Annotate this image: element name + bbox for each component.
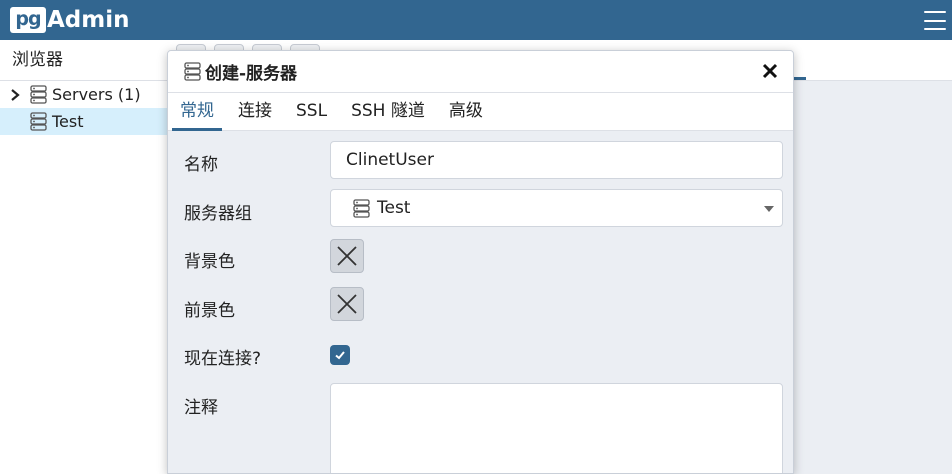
connect-now-label: 现在连接? (184, 349, 262, 369)
server-group-label: 服务器组 (184, 204, 252, 224)
logo-pg: pg (10, 7, 46, 33)
tab-connection[interactable]: 连接 (230, 93, 280, 130)
dialog-tabs: 常规 连接 SSL SSH 隧道 高级 (168, 93, 793, 131)
server-group-icon (184, 62, 201, 81)
tab-advanced[interactable]: 高级 (441, 93, 491, 130)
chevron-right-icon[interactable] (8, 88, 22, 102)
dropdown-arrow-icon[interactable] (764, 206, 774, 212)
close-icon[interactable] (759, 60, 781, 82)
dialog-title: 创建-服务器 (205, 64, 298, 84)
dialog-header: 创建-服务器 (168, 51, 793, 93)
logo-name: Admin (47, 7, 130, 33)
browser-panel: 浏览器 Servers (1) Test (0, 40, 170, 474)
check-icon (335, 351, 345, 360)
tab-ssl[interactable]: SSL (288, 93, 335, 130)
tab-ssh-tunnel[interactable]: SSH 隧道 (343, 93, 433, 130)
clear-color-icon (337, 294, 357, 314)
menu-icon[interactable] (924, 11, 946, 30)
name-input[interactable]: ClinetUser (330, 141, 783, 179)
browser-panel-title: 浏览器 (0, 40, 170, 81)
server-group-icon (30, 112, 47, 131)
pgadmin-logo: pg Admin (10, 6, 130, 34)
bgcolor-label: 背景色 (184, 252, 235, 272)
tree-item-label: Servers (1) (52, 85, 141, 104)
comments-textarea[interactable] (330, 383, 783, 473)
tab-general[interactable]: 常规 (172, 93, 222, 131)
tree-item-servers[interactable]: Servers (1) (0, 81, 170, 108)
create-server-dialog: 创建-服务器 常规 连接 SSL SSH 隧道 高级 名称 ClinetUser… (167, 50, 794, 474)
server-group-icon (353, 198, 370, 218)
clear-color-icon (337, 246, 357, 266)
name-label: 名称 (184, 155, 218, 175)
server-group-value: Test (377, 198, 411, 218)
bgcolor-picker[interactable] (330, 239, 364, 273)
fgcolor-label: 前景色 (184, 301, 235, 321)
fgcolor-picker[interactable] (330, 287, 364, 321)
server-group-select[interactable]: Test (330, 189, 783, 227)
name-input-value: ClinetUser (346, 150, 434, 170)
tree-item-test[interactable]: Test (0, 108, 170, 135)
tree-item-label: Test (52, 112, 84, 131)
connect-now-checkbox[interactable] (330, 345, 350, 365)
server-group-icon (30, 85, 47, 104)
top-navbar: pg Admin (0, 0, 952, 40)
comments-label: 注释 (184, 398, 218, 418)
